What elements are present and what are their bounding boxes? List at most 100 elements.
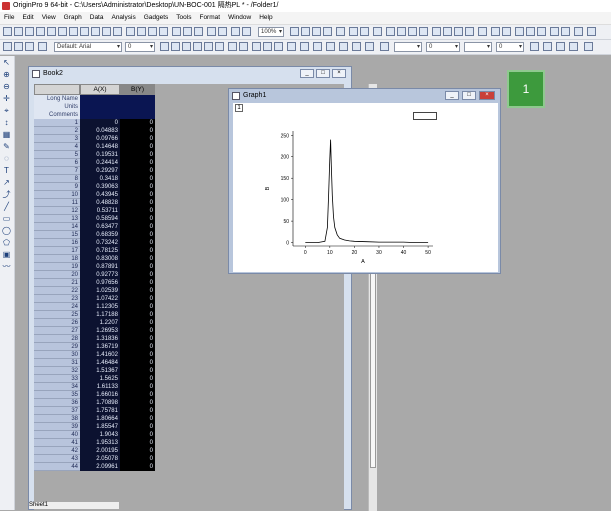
cell-b[interactable]: 0 [120, 351, 155, 359]
arrange-icon[interactable] [561, 27, 570, 36]
header-row-label[interactable]: Long Name [34, 95, 80, 103]
font-color-icon[interactable] [287, 42, 296, 51]
screen-reader-icon[interactable] [360, 27, 369, 36]
cell-b[interactable]: 0 [120, 183, 155, 191]
row-number[interactable]: 23 [34, 295, 80, 303]
tile-icon[interactable] [526, 27, 535, 36]
row-number[interactable]: 25 [34, 311, 80, 319]
smart-hint-icon[interactable] [323, 27, 332, 36]
cell-b[interactable]: 0 [120, 143, 155, 151]
start-menu-icon[interactable] [550, 27, 559, 36]
cell-b[interactable]: 0 [120, 135, 155, 143]
cell-a[interactable]: 2.05078 [80, 455, 120, 463]
new-excel-icon[interactable] [386, 27, 395, 36]
new-workbook-icon[interactable] [14, 27, 23, 36]
cell-a[interactable]: 1.17188 [80, 311, 120, 319]
cell-a[interactable]: 2.09961 [80, 463, 120, 471]
row-number[interactable]: 6 [34, 159, 80, 167]
zoom-in-icon[interactable]: ⊕ [2, 70, 11, 79]
header-cell[interactable] [80, 111, 155, 119]
row-number[interactable]: 24 [34, 303, 80, 311]
cell-a[interactable]: 1.80664 [80, 415, 120, 423]
cell-b[interactable]: 0 [120, 191, 155, 199]
row-number[interactable]: 15 [34, 231, 80, 239]
gradient-icon[interactable] [543, 42, 552, 51]
cell-b[interactable]: 0 [120, 383, 155, 391]
zoom-out-icon[interactable]: ⊖ [2, 82, 11, 91]
cell-a[interactable]: 1.36719 [80, 343, 120, 351]
cell-b[interactable]: 0 [120, 167, 155, 175]
cell-a[interactable]: 0.58594 [80, 215, 120, 223]
row-number[interactable]: 26 [34, 319, 80, 327]
header-row-label[interactable]: Units [34, 103, 80, 111]
menu-item-graph[interactable]: Graph [60, 12, 86, 24]
row-number[interactable]: 9 [34, 183, 80, 191]
graph-title-bar[interactable]: Graph1 _ □ × [229, 89, 500, 103]
symbol-size-combo[interactable]: 0 [496, 42, 524, 52]
cell-a[interactable]: 0.14648 [80, 143, 120, 151]
menu-item-format[interactable]: Format [195, 12, 224, 24]
column-header-a[interactable]: A(X) [80, 84, 120, 95]
subscript-icon[interactable] [204, 42, 213, 51]
graph-maximize-button[interactable]: □ [462, 91, 476, 100]
refresh-icon[interactable] [183, 27, 192, 36]
add-image-icon[interactable] [242, 27, 251, 36]
help-icon[interactable] [502, 27, 511, 36]
row-number[interactable]: 22 [34, 287, 80, 295]
code-builder-icon[interactable] [207, 27, 216, 36]
fill-color-icon[interactable] [313, 42, 322, 51]
cell-b[interactable]: 0 [120, 415, 155, 423]
import-icon[interactable] [126, 27, 135, 36]
cascade-icon[interactable] [537, 27, 546, 36]
menu-item-file[interactable]: File [0, 12, 18, 24]
row-number[interactable]: 5 [34, 151, 80, 159]
arrow-icon[interactable]: ↗ [2, 178, 11, 187]
line-width-combo[interactable] [394, 42, 422, 52]
save-project-icon[interactable] [102, 27, 111, 36]
project-explorer-icon[interactable] [290, 27, 299, 36]
close-button[interactable]: × [332, 69, 346, 78]
row-number[interactable]: 32 [34, 367, 80, 375]
italic-icon[interactable] [171, 42, 180, 51]
cell-b[interactable]: 0 [120, 247, 155, 255]
new-layer-icon[interactable] [408, 27, 417, 36]
cell-b[interactable]: 0 [120, 271, 155, 279]
workbook-title-bar[interactable]: Book2 _ □ × [29, 67, 351, 81]
row-number[interactable]: 3 [34, 135, 80, 143]
row-number[interactable]: 21 [34, 279, 80, 287]
cell-b[interactable]: 0 [120, 223, 155, 231]
styles-icon[interactable] [14, 42, 23, 51]
screen-reader-tool-icon[interactable]: ✛ [2, 94, 11, 103]
cell-b[interactable]: 0 [120, 295, 155, 303]
print-icon[interactable] [172, 27, 181, 36]
row-number[interactable]: 44 [34, 463, 80, 471]
cell-b[interactable]: 0 [120, 335, 155, 343]
cell-b[interactable]: 0 [120, 311, 155, 319]
cell-a[interactable]: 1.85547 [80, 423, 120, 431]
cell-a[interactable]: 0.39063 [80, 183, 120, 191]
new-graph-icon[interactable] [25, 27, 34, 36]
cell-a[interactable]: 0.63477 [80, 223, 120, 231]
line-width-value-combo[interactable]: 0 [426, 42, 460, 52]
date-time-icon[interactable] [454, 27, 463, 36]
row-number[interactable]: 13 [34, 215, 80, 223]
row-number[interactable]: 19 [34, 263, 80, 271]
cell-b[interactable]: 0 [120, 151, 155, 159]
messages-log-icon[interactable] [312, 27, 321, 36]
line-style-icon[interactable] [352, 42, 361, 51]
cell-b[interactable]: 0 [120, 391, 155, 399]
cell-a[interactable]: 0.09766 [80, 135, 120, 143]
region-selector-icon[interactable]: ▣ [2, 250, 11, 259]
row-number[interactable]: 10 [34, 191, 80, 199]
open-template-icon[interactable] [91, 27, 100, 36]
rectangle-icon[interactable]: ▭ [2, 214, 11, 223]
corner-header[interactable] [34, 84, 80, 95]
zoom-combo[interactable]: 100% [258, 27, 284, 37]
row-number[interactable]: 41 [34, 439, 80, 447]
menu-item-window[interactable]: Window [224, 12, 255, 24]
cell-a[interactable]: 0.53711 [80, 207, 120, 215]
cell-a[interactable]: 0.73242 [80, 239, 120, 247]
row-number[interactable]: 16 [34, 239, 80, 247]
row-number[interactable]: 43 [34, 455, 80, 463]
symbol-type-combo[interactable] [464, 42, 492, 52]
